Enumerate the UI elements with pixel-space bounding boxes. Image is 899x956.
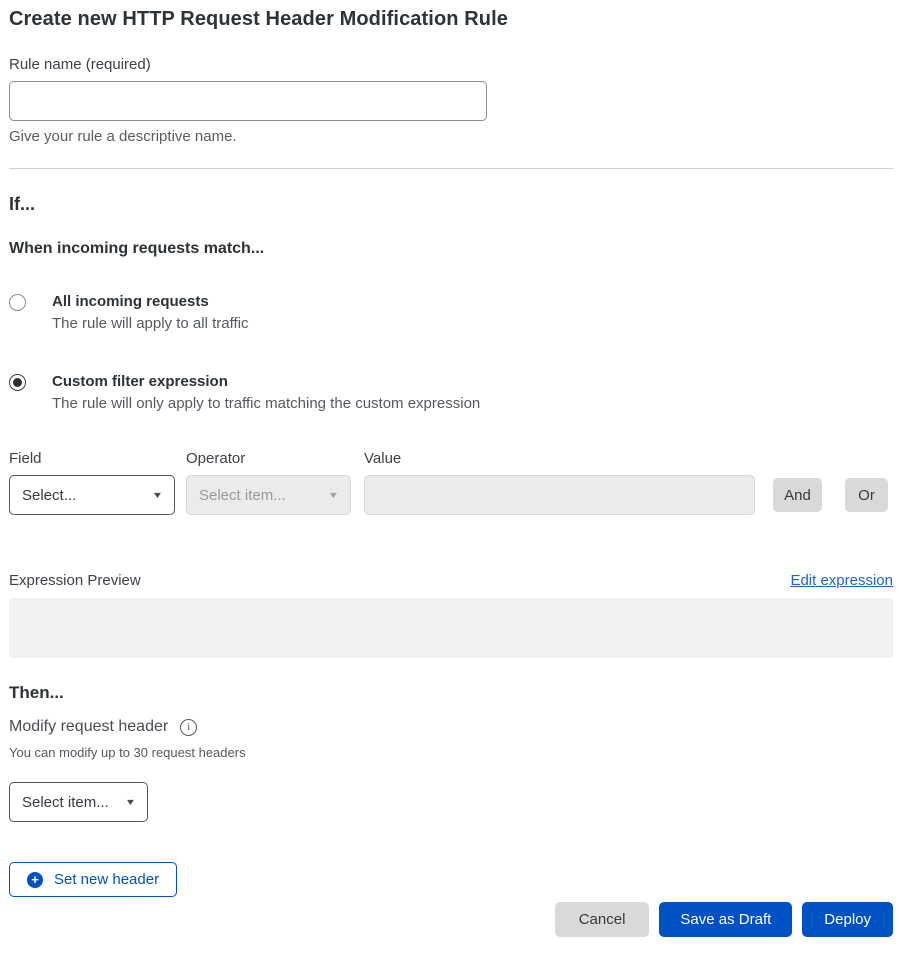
radio-option-all-requests[interactable]: All incoming requests The rule will appl… [9,293,893,332]
radio-button-custom-filter[interactable] [9,374,26,391]
header-item-select-value: Select item... [22,794,109,811]
field-column: Field Select... ▼ [9,450,175,515]
edit-expression-link[interactable]: Edit expression [790,572,893,589]
radio-label-custom-filter[interactable]: Custom filter expression [52,373,480,390]
set-new-header-label: Set new header [54,871,159,888]
radio-label-all-requests[interactable]: All incoming requests [52,293,248,310]
info-icon[interactable]: i [180,719,197,736]
plus-circle-icon: + [27,872,43,888]
deploy-button[interactable]: Deploy [802,902,893,937]
chevron-down-icon: ▼ [328,491,340,500]
modify-header-helper: You can modify up to 30 request headers [9,745,893,760]
page-title: Create new HTTP Request Header Modificat… [9,8,893,31]
rule-name-section: Rule name (required) Give your rule a de… [9,56,893,145]
expression-preview-box [9,598,893,658]
value-input[interactable] [364,475,755,515]
section-divider [9,168,893,169]
field-select-value: Select... [22,487,76,504]
chevron-down-icon: ▼ [152,491,164,500]
radio-desc-all-requests: The rule will apply to all traffic [52,315,248,332]
operator-column: Operator Select item... ▼ [186,450,351,515]
modify-header-label: Modify request header [9,718,168,736]
expression-builder-row: Field Select... ▼ Operator Select item..… [9,450,893,515]
radio-option-custom-filter[interactable]: Custom filter expression The rule will o… [9,373,893,412]
rule-name-label: Rule name (required) [9,56,893,73]
expression-preview-label: Expression Preview [9,572,141,589]
radio-texts: All incoming requests The rule will appl… [52,293,248,332]
value-label: Value [364,450,755,467]
radio-texts: Custom filter expression The rule will o… [52,373,480,412]
cancel-button[interactable]: Cancel [555,902,650,937]
field-select[interactable]: Select... ▼ [9,475,175,515]
if-heading: If... [9,194,893,215]
rule-name-helper: Give your rule a descriptive name. [9,128,893,145]
footer-actions: Cancel Save as Draft Deploy [9,902,893,937]
then-heading: Then... [9,683,893,703]
radio-button-all-requests[interactable] [9,294,26,311]
value-column: Value [364,450,755,515]
field-label: Field [9,450,175,467]
or-button[interactable]: Or [845,478,888,512]
modify-header-row: Modify request header i [9,718,893,736]
and-button[interactable]: And [773,478,822,512]
radio-desc-custom-filter: The rule will only apply to traffic matc… [52,395,480,412]
operator-label: Operator [186,450,351,467]
operator-select-value: Select item... [199,487,286,504]
match-subheading: When incoming requests match... [9,240,893,258]
expression-preview-header: Expression Preview Edit expression [9,572,893,589]
operator-select[interactable]: Select item... ▼ [186,475,351,515]
chevron-down-icon: ▼ [125,798,137,807]
header-item-select[interactable]: Select item... ▼ [9,782,148,822]
set-new-header-button[interactable]: + Set new header [9,862,177,897]
rule-name-input[interactable] [9,81,487,121]
rule-editor-page: Create new HTTP Request Header Modificat… [0,0,899,937]
save-as-draft-button[interactable]: Save as Draft [659,902,792,937]
